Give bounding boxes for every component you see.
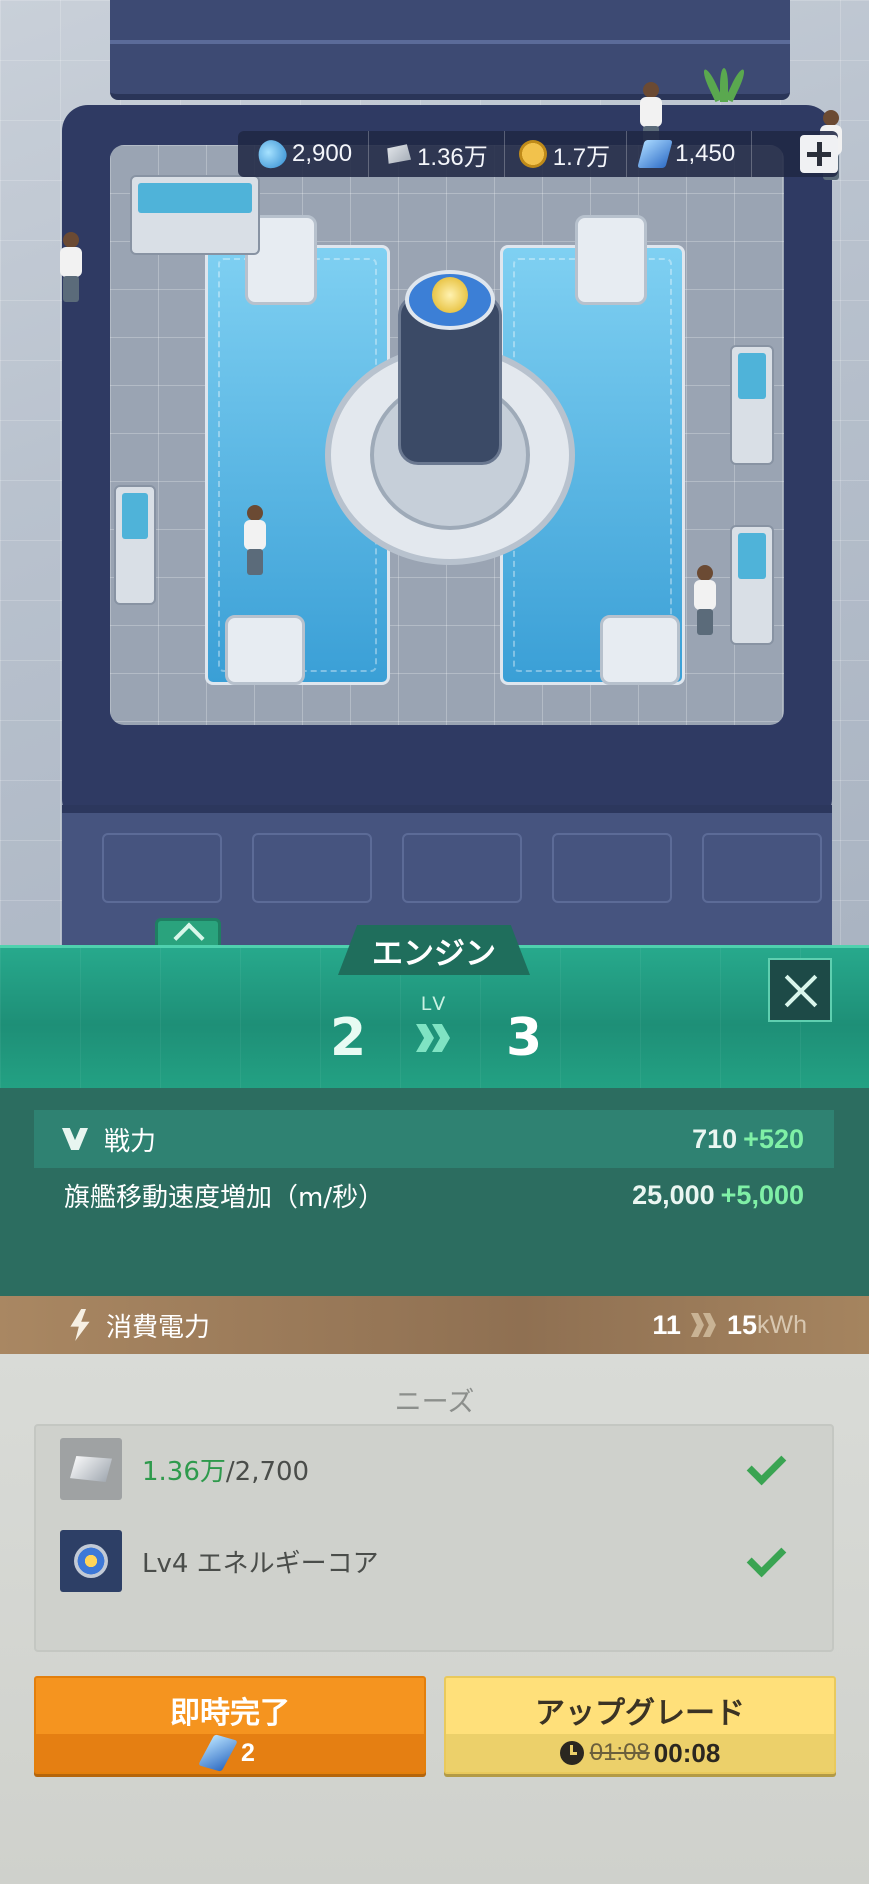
need-item-ingot[interactable]: 1.36万/2,700 xyxy=(60,1438,820,1500)
card-icon xyxy=(637,140,673,168)
stat-increase: +5,000 xyxy=(720,1179,804,1210)
add-resource-button[interactable] xyxy=(800,135,838,173)
instant-complete-button[interactable]: 即時完了 2 xyxy=(34,1676,426,1774)
upgrade-label: アップグレード xyxy=(535,1696,745,1731)
level-label: LV xyxy=(420,993,449,1015)
engine-room[interactable] xyxy=(62,105,832,825)
double-chevron-icon xyxy=(416,1024,456,1052)
control-console xyxy=(114,485,156,605)
control-console xyxy=(730,345,774,465)
room-floor xyxy=(110,145,784,725)
resource-ingot[interactable]: 1.36万 xyxy=(383,131,505,177)
stat-label: 戦力 xyxy=(104,1126,157,1157)
stat-label: 旗艦移動速度増加（m/秒） xyxy=(64,1182,385,1213)
energy-core-icon xyxy=(60,1530,122,1592)
need-required-amount: /2,700 xyxy=(225,1456,310,1487)
power-unit: kWh xyxy=(757,1310,807,1339)
control-console xyxy=(130,175,260,255)
close-button[interactable] xyxy=(768,958,832,1022)
instant-cost: 2 xyxy=(241,1738,255,1767)
lightning-bolt-icon xyxy=(70,1309,90,1341)
stat-base-value: 25,000 xyxy=(632,1179,715,1210)
plant-decoration xyxy=(700,62,750,103)
needs-title: ニーズ xyxy=(394,1387,475,1418)
resource-value: 1,450 xyxy=(675,140,736,167)
crew-member xyxy=(692,565,718,635)
combat-power-icon xyxy=(60,1124,90,1154)
reduced-time: 00:08 xyxy=(653,1737,721,1768)
upgrade-arrow-icon[interactable] xyxy=(155,918,221,945)
resource-value: 2,900 xyxy=(292,140,353,167)
card-icon xyxy=(198,1734,238,1772)
pump-machine xyxy=(600,615,680,685)
stat-row-speed: 旗艦移動速度増加（m/秒） 25,000 +5,000 xyxy=(34,1166,834,1224)
upgrade-button[interactable]: アップグレード 01:08 00:08 xyxy=(444,1676,836,1774)
need-item-energy-core[interactable]: Lv4 エネルギーコア xyxy=(60,1530,820,1592)
need-have-amount: 1.36万 xyxy=(142,1456,226,1487)
crew-member xyxy=(58,232,84,302)
coin-icon xyxy=(518,140,547,168)
pump-machine xyxy=(575,215,647,305)
stat-increase: +520 xyxy=(743,1123,804,1154)
building-title: エンジン xyxy=(338,925,530,975)
upper-building xyxy=(110,0,790,100)
pump-machine xyxy=(225,615,305,685)
need-building-requirement: Lv4 エネルギーコア xyxy=(142,1548,379,1579)
original-time: 01:08 xyxy=(589,1739,650,1766)
clock-icon xyxy=(559,1741,584,1765)
stats-panel: 戦力 710 +520 旗艦移動速度増加（m/秒） 25,000 +5,000 xyxy=(0,1088,869,1296)
resource-card[interactable]: 1,450 xyxy=(637,131,753,177)
current-level: 2 xyxy=(330,1008,367,1068)
crew-member xyxy=(242,505,268,575)
check-icon xyxy=(750,1452,790,1482)
double-chevron-icon xyxy=(690,1313,717,1337)
control-console xyxy=(730,525,774,645)
water-drop-icon xyxy=(254,136,290,172)
stat-base-value: 710 xyxy=(692,1123,738,1154)
ingot-icon xyxy=(60,1438,122,1500)
resource-water[interactable]: 2,900 xyxy=(254,131,370,177)
check-icon xyxy=(750,1544,790,1574)
resource-bar: 2,900 1.36万 1.7万 1,450 xyxy=(238,131,838,177)
ingot-icon xyxy=(387,144,412,164)
stat-row-power: 戦力 710 +520 xyxy=(34,1110,834,1168)
power-current: 11 xyxy=(652,1309,681,1340)
resource-value: 1.7万 xyxy=(552,143,611,171)
instant-complete-label: 即時完了 xyxy=(170,1696,290,1731)
power-label: 消費電力 xyxy=(106,1312,211,1343)
reactor-light xyxy=(432,277,468,313)
power-consumption-bar: 消費電力 11 15 kWh xyxy=(0,1296,869,1354)
power-next: 15 xyxy=(726,1309,757,1340)
resource-value: 1.36万 xyxy=(417,143,488,171)
resource-coin[interactable]: 1.7万 xyxy=(518,131,628,177)
next-level: 3 xyxy=(506,1008,543,1068)
